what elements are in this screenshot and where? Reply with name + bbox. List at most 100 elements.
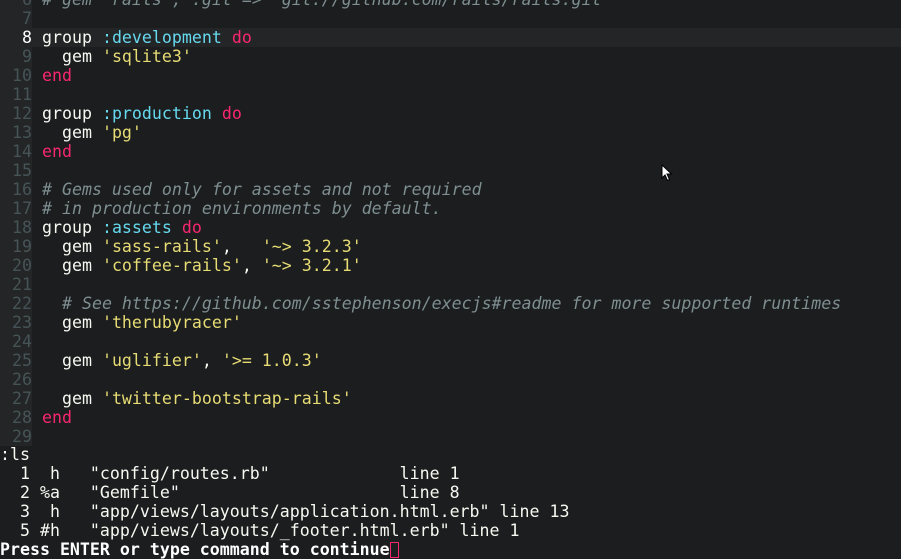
line-number: 16	[0, 180, 32, 199]
line-number: 23	[0, 313, 32, 332]
line-content: # See https://github.com/sstephenson/exe…	[42, 294, 841, 313]
code-token: gem	[42, 389, 102, 408]
buffer-list-entry: 3 h "app/views/layouts/application.html.…	[0, 502, 570, 521]
gutter-spacer	[32, 313, 42, 332]
line-number: 27	[0, 389, 32, 408]
code-token: '~> 3.2.1'	[261, 256, 362, 275]
code-token: '>= 1.0.3'	[221, 351, 322, 370]
editor-line[interactable]: 28 end	[0, 408, 901, 427]
buffer-list: 1 h "config/routes.rb" line 1 2 %a "Gemf…	[0, 464, 901, 540]
editor-line[interactable]: 9 gem 'sqlite3'	[0, 47, 901, 66]
editor-line[interactable]: 13 gem 'pg'	[0, 123, 901, 142]
editor-buffer[interactable]: 6 # gem 'rails', :git => 'git://github.co…	[0, 0, 901, 446]
line-number: 24	[0, 332, 32, 351]
code-token: 'therubyracer'	[101, 313, 242, 332]
gutter-spacer	[32, 351, 42, 370]
line-number: 9	[0, 47, 32, 66]
code-token: gem	[42, 256, 102, 275]
line-number: 11	[0, 85, 32, 104]
gutter-spacer	[32, 256, 42, 275]
editor-line[interactable]: 11	[0, 85, 901, 104]
gutter-spacer	[32, 123, 42, 142]
gutter-spacer	[32, 180, 42, 199]
line-number: 29	[0, 427, 32, 446]
command-line-area[interactable]: :ls 1 h "config/routes.rb" line 1 2 %a "…	[0, 445, 901, 559]
gutter-spacer	[32, 332, 42, 351]
code-token: # in production environments by default.	[42, 199, 442, 218]
editor-line[interactable]: 14 end	[0, 142, 901, 161]
code-token: 'sass-rails'	[101, 237, 222, 256]
line-content: gem 'twitter-bootstrap-rails'	[42, 389, 352, 408]
line-number: 15	[0, 161, 32, 180]
gutter-spacer	[32, 28, 42, 47]
line-content: gem 'sass-rails', '~> 3.2.3'	[42, 237, 362, 256]
line-content: # gem 'rails', :git => 'git://github.com…	[42, 0, 611, 9]
editor-line[interactable]: 6 # gem 'rails', :git => 'git://github.co…	[0, 0, 901, 9]
code-token: :development	[101, 28, 222, 47]
buffer-list-entry: 2 %a "Gemfile" line 8	[0, 483, 460, 502]
line-content: end	[42, 142, 72, 161]
editor-line[interactable]: 19 gem 'sass-rails', '~> 3.2.3'	[0, 237, 901, 256]
gutter-spacer	[32, 104, 42, 123]
code-token: end	[42, 408, 72, 427]
code-token: gem	[42, 313, 102, 332]
line-number: 26	[0, 370, 32, 389]
code-token: 'uglifier'	[101, 351, 202, 370]
editor-line[interactable]: 23 gem 'therubyracer'	[0, 313, 901, 332]
code-token: group	[42, 104, 92, 123]
code-token: 'pg'	[101, 123, 142, 142]
code-token: do	[231, 28, 252, 47]
gutter-spacer	[32, 370, 42, 389]
line-content: # Gems used only for assets and not requ…	[42, 180, 482, 199]
editor-line[interactable]: 27 gem 'twitter-bootstrap-rails'	[0, 389, 901, 408]
code-token: # Gems used only for assets and not requ…	[42, 180, 482, 199]
line-content: group :production do	[42, 104, 242, 123]
code-token: group	[42, 218, 92, 237]
gutter-spacer	[32, 0, 42, 9]
code-token: # See https://github.com/sstephenson/exe…	[61, 294, 842, 313]
line-content: gem 'therubyracer'	[42, 313, 242, 332]
editor-line[interactable]: 26	[0, 370, 901, 389]
buffer-list-entry: 5 #h "app/views/layouts/_footer.html.erb…	[0, 521, 520, 540]
editor-line[interactable]: 8 group :development do	[0, 28, 901, 47]
code-token: gem	[42, 351, 102, 370]
code-token: gem	[42, 123, 102, 142]
prompt-text: Press ENTER or type command to continue	[0, 540, 390, 559]
code-token: ,	[241, 256, 262, 275]
editor-line[interactable]: 29	[0, 427, 901, 446]
line-content: gem 'coffee-rails', '~> 3.2.1'	[42, 256, 362, 275]
editor-line[interactable]: 15	[0, 161, 901, 180]
editor-line[interactable]: 10 end	[0, 66, 901, 85]
code-token: # gem 'rails', :git => 'git://github.com…	[42, 0, 611, 9]
code-token: end	[42, 66, 72, 85]
gutter-spacer	[32, 142, 42, 161]
line-content: group :assets do	[42, 218, 202, 237]
editor-line[interactable]: 7	[0, 9, 901, 28]
line-number: 21	[0, 275, 32, 294]
gutter-spacer	[32, 427, 42, 446]
text-cursor	[389, 542, 399, 558]
editor-line[interactable]: 16 # Gems used only for assets and not re…	[0, 180, 901, 199]
gutter-spacer	[32, 9, 42, 28]
editor-line[interactable]: 22 # See https://github.com/sstephenson/…	[0, 294, 901, 313]
line-number: 8	[0, 28, 32, 47]
editor-line[interactable]: 20 gem 'coffee-rails', '~> 3.2.1'	[0, 256, 901, 275]
editor-line[interactable]: 18 group :assets do	[0, 218, 901, 237]
code-token: :assets	[101, 218, 172, 237]
code-token: end	[42, 142, 72, 161]
editor-line[interactable]: 17 # in production environments by defaul…	[0, 199, 901, 218]
editor-line[interactable]: 25 gem 'uglifier', '>= 1.0.3'	[0, 351, 901, 370]
line-number: 19	[0, 237, 32, 256]
editor-line[interactable]: 12 group :production do	[0, 104, 901, 123]
hit-enter-prompt[interactable]: Press ENTER or type command to continue	[0, 540, 901, 559]
editor-line[interactable]: 24	[0, 332, 901, 351]
line-number: 7	[0, 9, 32, 28]
gutter-spacer	[32, 408, 42, 427]
editor-line[interactable]: 21	[0, 275, 901, 294]
line-number: 6	[0, 0, 32, 9]
